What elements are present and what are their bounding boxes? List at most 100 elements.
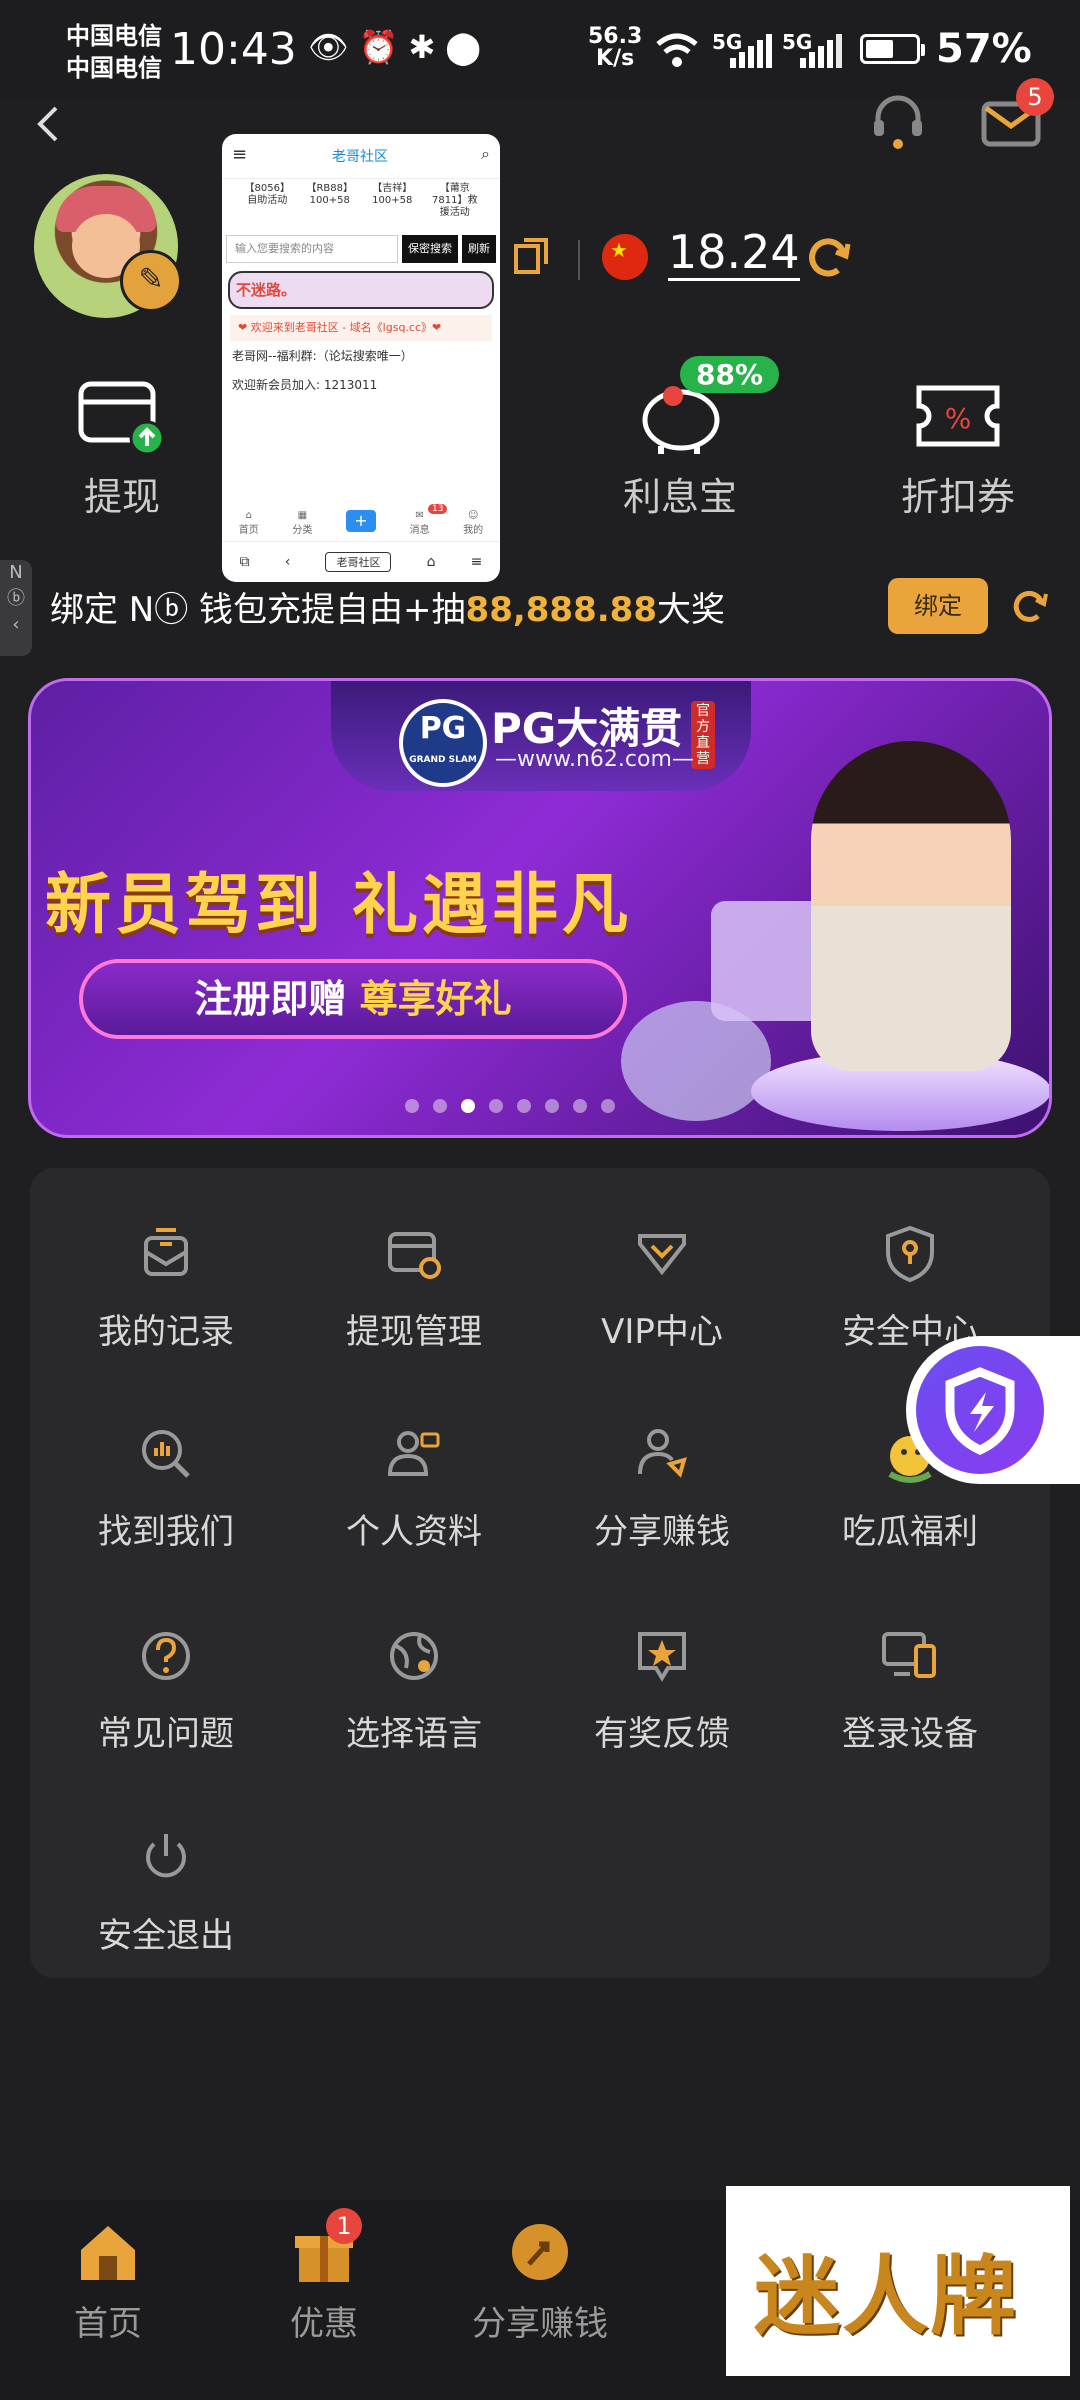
banner-cta-a: 注册即赠 [194, 977, 360, 1021]
menu-item[interactable]: 找到我们 [46, 1420, 286, 1553]
carousel-dots[interactable] [405, 1099, 615, 1113]
menu-item[interactable]: 分享赚钱 [542, 1420, 782, 1553]
refresh-balance-icon[interactable] [804, 234, 852, 282]
mini-nav-me[interactable]: ☺ 我的 [463, 510, 483, 536]
banner-official-tag: 官方直营 [691, 701, 715, 769]
mini-line-1[interactable]: 老哥网--福利群:（论坛搜索唯一） [222, 341, 500, 370]
withdraw-action[interactable]: 提现 [42, 380, 202, 521]
mini-search-button[interactable]: 保密搜索 [402, 235, 458, 263]
search-chart-icon [142, 1430, 190, 1478]
carousel-dot[interactable] [601, 1099, 615, 1113]
coupon-action[interactable]: % 折扣券 [878, 380, 1038, 521]
interest-label: 利息宝 [622, 475, 737, 519]
wifi-icon [656, 33, 698, 67]
menu-item[interactable]: 常见问题 [46, 1622, 286, 1755]
mini-nav-category[interactable]: ▦ 分类 [292, 510, 312, 536]
mini-nav-post[interactable]: + [345, 510, 376, 536]
mini-link[interactable]: 【RB88】100+58 [306, 183, 354, 219]
back-arrow-icon[interactable] [30, 104, 70, 144]
carousel-dot[interactable] [489, 1099, 503, 1113]
mini-nav-home-label: 首页 [238, 525, 259, 536]
status-bar: 中国电信 中国电信 10:43 👁⏰✱⬤ 56.3 K/s 5G 5G 57% [0, 0, 1080, 100]
carrier-1: 中国电信 [66, 22, 162, 50]
floating-browser-window[interactable]: ≡ 老哥社区 ⌕ 【8056】自助活动 【RB88】100+58 【吉祥】100… [222, 134, 500, 582]
share-coin-icon [512, 2224, 568, 2280]
china-flag-icon[interactable]: ★ [602, 234, 648, 280]
promo-amount: 88,888.88 [465, 590, 657, 630]
svg-text:%: % [945, 402, 972, 435]
brand-watermark-text: 迷人牌 [754, 2246, 1018, 2347]
mini-link-grid: 【8056】自助活动 【RB88】100+58 【吉祥】100+58 【莆京78… [222, 179, 500, 223]
tab-home[interactable]: 首页 [18, 2220, 198, 2345]
star-chat-icon [638, 1632, 686, 1682]
mini-link[interactable]: 【莆京7811】救援活动 [431, 183, 479, 219]
mini-back-icon[interactable]: ‹ [285, 554, 291, 570]
menu-item[interactable]: 提现管理 [294, 1220, 534, 1353]
side-tab-handle[interactable]: Nⓑ ‹ [0, 560, 32, 656]
mini-menu-more-icon[interactable]: ≡ [471, 554, 483, 570]
carousel-dot[interactable] [517, 1099, 531, 1113]
carousel-dot[interactable] [573, 1099, 587, 1113]
mini-search-icon[interactable]: ⌕ [481, 144, 490, 164]
tab-share[interactable]: 分享赚钱 [450, 2220, 630, 2345]
interest-action[interactable]: 利息宝 [600, 380, 760, 521]
menu-item[interactable]: 有奖反馈 [542, 1622, 782, 1755]
mini-nav-home[interactable]: ⌂ 首页 [239, 510, 259, 536]
vip-diamond-icon [638, 1234, 686, 1276]
menu-item-label: 安全退出 [98, 1916, 234, 1956]
bind-wallet-promo: 绑定 Nⓑ 钱包充提自由+抽88,888.88大奖 [50, 582, 725, 631]
tab-offers[interactable]: 优惠 [234, 2220, 414, 2345]
mini-menu-icon[interactable]: ≡ [232, 144, 247, 165]
mini-url-bar[interactable]: 老哥社区 [325, 552, 392, 572]
carousel-dot[interactable] [545, 1099, 559, 1113]
banner-slogan: 新员驾到 礼遇非凡 [45, 866, 632, 943]
mini-site-title: 老哥社区 [332, 149, 388, 165]
mini-messages-badge: 13 [428, 504, 448, 514]
mini-nav-messages[interactable]: ✉ 消息 [410, 510, 430, 536]
menu-item[interactable]: 安全中心 [790, 1220, 1030, 1353]
floating-security-button[interactable] [906, 1336, 1080, 1484]
devices-icon [882, 1632, 936, 1678]
question-icon [142, 1632, 190, 1680]
brand-watermark: 迷人牌 [726, 2186, 1070, 2376]
promo-banner[interactable]: PG GRAND SLAM PG大满贯 官方直营 —www.n62.com— 新… [28, 678, 1052, 1138]
mini-home-icon[interactable]: ⌂ [427, 554, 436, 570]
alarm-icon: ⏰ [358, 28, 409, 66]
menu-item[interactable]: 安全退出 [46, 1824, 286, 1957]
share-user-icon [638, 1429, 687, 1478]
mini-link[interactable]: 【8056】自助活动 [243, 183, 291, 219]
mini-link[interactable]: 【吉祥】100+58 [368, 183, 416, 219]
network-speed-unit: K/s [596, 46, 635, 71]
menu-item[interactable]: 登录设备 [790, 1622, 1030, 1755]
bind-button[interactable]: 绑定 [888, 578, 988, 634]
interest-rate-badge: 88% [680, 356, 780, 393]
menu-item[interactable]: VIP中心 [542, 1220, 782, 1353]
refresh-icon[interactable] [1010, 586, 1050, 626]
withdraw-label: 提现 [83, 475, 160, 519]
copy-icon[interactable] [512, 236, 552, 276]
edit-avatar-icon[interactable]: ✎ [120, 250, 182, 312]
side-tab-label: N [9, 562, 23, 583]
menu-item[interactable]: 我的记录 [46, 1220, 286, 1353]
carousel-dot[interactable] [461, 1099, 475, 1113]
battery-icon [860, 34, 925, 64]
mini-plus-icon: + [345, 510, 376, 532]
tab-share-label: 分享赚钱 [472, 2304, 608, 2344]
shield-key-icon [886, 1225, 934, 1283]
profile-card-icon [387, 1431, 440, 1476]
menu-item-label: 我的记录 [98, 1312, 234, 1352]
menu-item[interactable]: 个人资料 [294, 1420, 534, 1553]
customer-service-icon[interactable] [868, 90, 928, 150]
security-shield-icon [916, 1346, 1044, 1474]
mini-line-2[interactable]: 欢迎新会员加入: 1213011 [222, 370, 500, 399]
menu-item[interactable]: 选择语言 [294, 1622, 534, 1755]
carousel-dot[interactable] [433, 1099, 447, 1113]
menu-item-label: 选择语言 [346, 1714, 482, 1754]
pg-logo-text: PG [419, 711, 467, 746]
mini-search-input[interactable]: 输入您要搜索的内容 [226, 235, 398, 263]
carousel-dot[interactable] [405, 1099, 419, 1113]
clock: 10:43 [170, 24, 297, 75]
mini-tabs-icon[interactable]: ⧉ [240, 554, 250, 570]
mail-badge: 5 [1016, 78, 1054, 116]
mini-refresh-button[interactable]: 刷新 [462, 235, 496, 263]
